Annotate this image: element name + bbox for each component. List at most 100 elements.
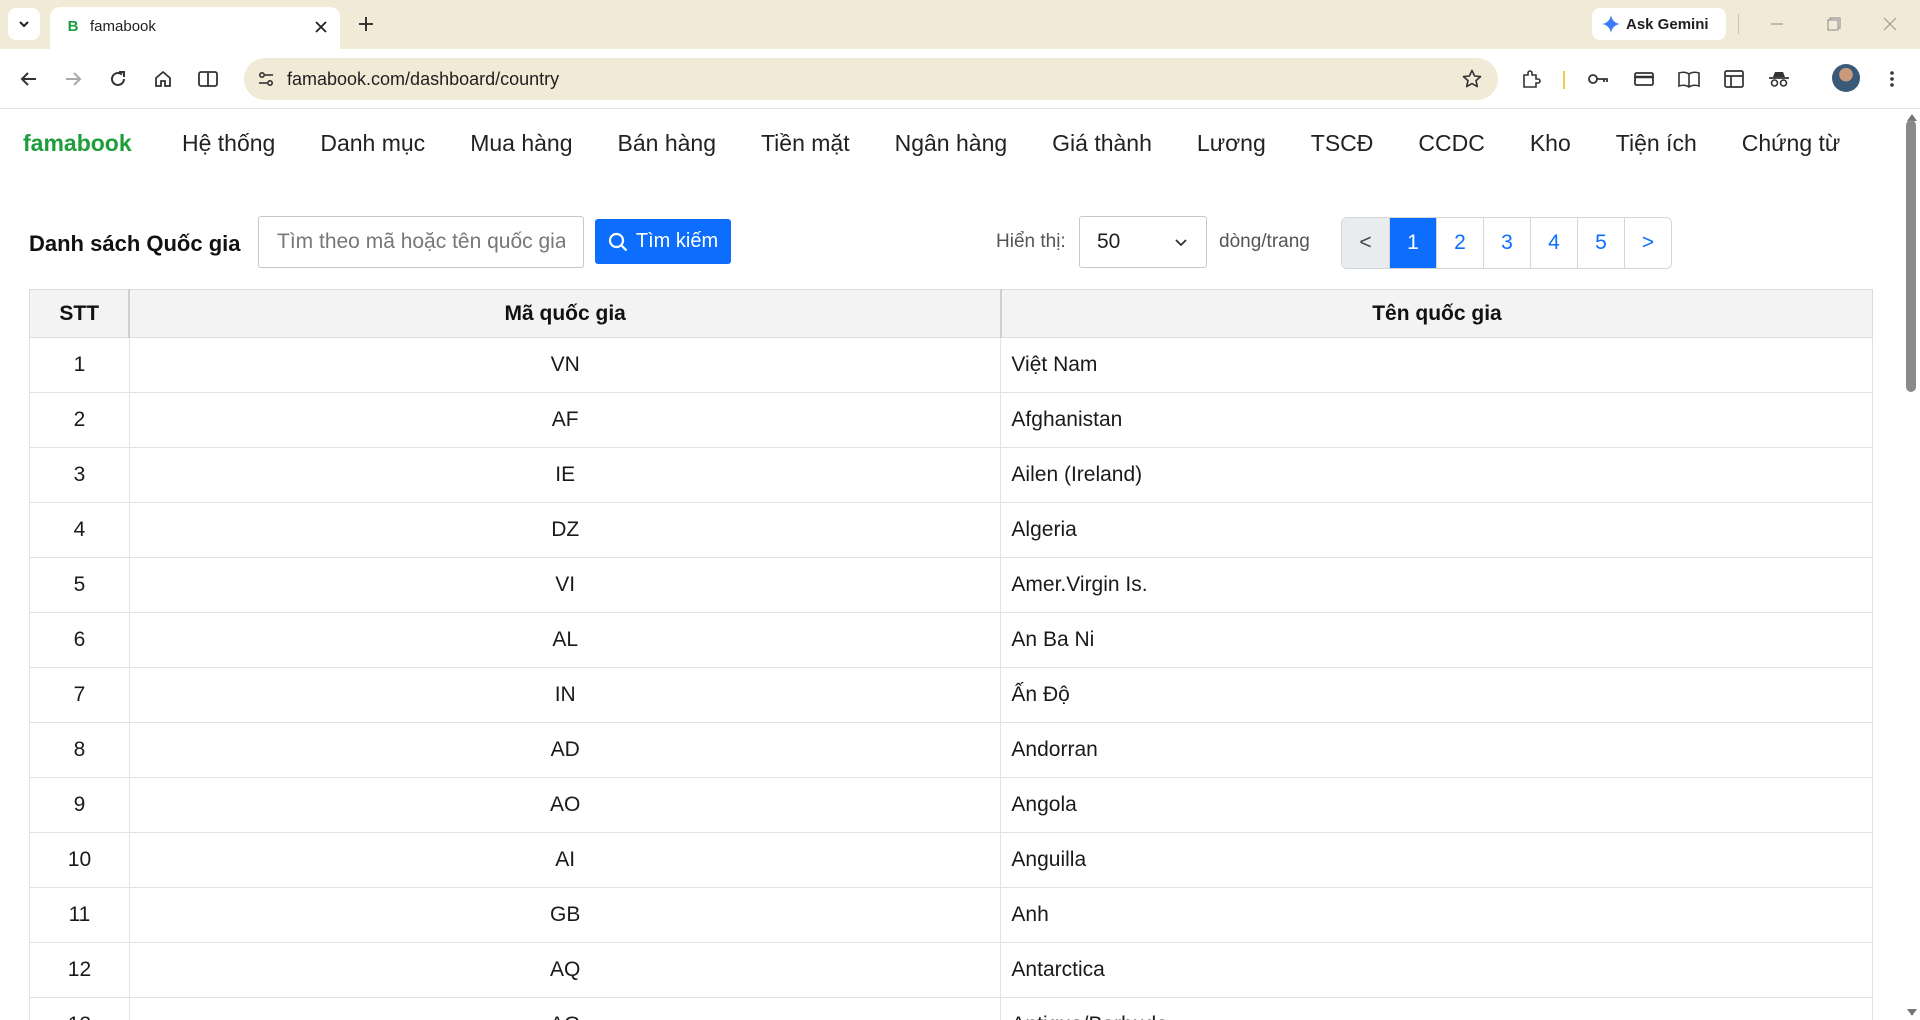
tab-title: famabook [90,18,156,35]
table-extension-button[interactable] [1718,63,1750,95]
page-scrollbar[interactable] [1902,110,1920,1020]
cell-stt: 11 [29,887,130,943]
cell-country-code: AF [128,392,1002,448]
cell-country-code: AI [128,832,1002,888]
new-tab-button[interactable] [352,10,380,38]
rows-per-page-label: dòng/trang [1219,231,1310,252]
star-icon [1462,69,1482,88]
reload-button[interactable] [102,63,134,95]
menu-item[interactable]: Chứng từ [1742,130,1841,157]
cell-stt: 6 [29,612,130,668]
favicon-icon: B [67,18,79,35]
menu-item[interactable]: Danh mục [320,130,425,157]
plus-icon [359,17,373,31]
search-button[interactable]: Tìm kiếm [595,219,731,264]
pagination-next-button[interactable]: > [1624,218,1671,268]
cell-country-code: AQ [128,942,1002,998]
pagination-page-button[interactable]: 4 [1530,218,1577,268]
menu-item[interactable]: Tiện ích [1616,130,1697,157]
country-table: STT Mã quốc gia Tên quốc gia 1 VN Việt Nam… [29,289,1873,1020]
table-row[interactable]: 8 AD Andorran [29,722,1873,778]
home-button[interactable] [147,63,179,95]
table-row[interactable]: 12 AQ Antarctica [29,942,1873,998]
split-view-button[interactable] [192,63,224,95]
toolbar-divider [1563,71,1565,89]
pagination-page-button[interactable]: 3 [1483,218,1530,268]
address-bar[interactable]: famabook.com/dashboard/country [244,58,1498,100]
cell-stt: 12 [29,942,130,998]
incognito-extension-button[interactable] [1763,63,1795,95]
table-row[interactable]: 3 IE Ailen (Ireland) [29,447,1873,503]
browser-menu-button[interactable] [1876,63,1908,95]
table-row[interactable]: 9 AO Angola [29,777,1873,833]
close-icon [315,21,327,33]
table-row[interactable]: 13AGAntigua/Barbuda [29,997,1873,1020]
minimize-button[interactable] [1757,8,1797,40]
tabstrip-divider [1738,14,1739,34]
table-row[interactable]: 6 AL An Ba Ni [29,612,1873,668]
cell-stt: 3 [29,447,130,503]
menu-item[interactable]: Giá thành [1052,130,1152,157]
close-window-button[interactable] [1870,8,1910,40]
menu-item[interactable]: Kho [1530,130,1571,157]
menu-item[interactable]: Ngân hàng [895,130,1008,157]
profile-avatar[interactable] [1832,64,1860,92]
table-row[interactable]: 10 AI Anguilla [29,832,1873,888]
url-text: famabook.com/dashboard/country [287,69,560,89]
cell-stt: 9 [29,777,130,833]
cell-country-code: VI [128,557,1002,613]
menu-item[interactable]: Bán hàng [618,130,716,157]
search-input[interactable] [258,216,584,268]
cell-country-code: IN [128,667,1002,723]
pagination-page-button[interactable]: 5 [1577,218,1624,268]
close-tab-button[interactable] [310,16,332,38]
table-row[interactable]: 5 VI Amer.Virgin Is. [29,557,1873,613]
restore-button[interactable] [1814,8,1854,40]
password-manager-button[interactable] [1582,63,1614,95]
reload-icon [111,71,125,86]
ask-gemini-label: Ask Gemini [1626,15,1709,33]
menu-item[interactable]: Mua hàng [470,130,572,157]
scroll-thumb[interactable] [1906,120,1916,392]
key-icon [1588,74,1608,84]
arrow-left-icon [20,72,36,86]
cell-stt: 5 [29,557,130,613]
cell-stt: 4 [29,502,130,558]
table-row[interactable]: 4 DZ Algeria [29,502,1873,558]
menu-item[interactable]: TSCĐ [1311,130,1374,157]
forward-button[interactable] [57,63,89,95]
back-button[interactable] [13,63,45,95]
table-row[interactable]: 1 VN Việt Nam [29,337,1873,393]
scroll-down-arrow-icon[interactable] [1907,1009,1917,1016]
active-tab[interactable]: B famabook [50,7,340,49]
main-menu: Hệ thống Danh mục Mua hàng Bán hàng Tiền mặt… [182,130,1885,157]
extensions-button[interactable] [1515,63,1547,95]
bookmark-button[interactable] [1456,63,1488,95]
tab-search-button[interactable] [8,8,40,40]
brand-logo[interactable]: famabook [23,130,132,157]
puzzle-icon [1523,70,1541,88]
ask-gemini-button[interactable]: Ask Gemini [1592,8,1726,40]
page-size-select[interactable]: 50 [1079,216,1207,268]
table-row[interactable]: 11 GB Anh [29,887,1873,943]
menu-item[interactable]: Tiền mặt [761,130,850,157]
reading-mode-button[interactable] [1673,63,1705,95]
payment-methods-button[interactable] [1628,63,1660,95]
menu-item[interactable]: Hệ thống [182,130,275,157]
cell-country-name: Antigua/Barbuda [1000,997,1873,1020]
menu-item[interactable]: Lương [1197,130,1266,157]
pagination-prev-button[interactable]: < [1342,218,1389,268]
cell-stt: 1 [29,337,130,393]
cell-country-name: Anguilla [1000,832,1873,888]
home-icon [155,70,171,87]
minimize-icon [1771,23,1783,25]
chevron-down-icon [1175,239,1187,247]
pagination-page-button[interactable]: 1 [1389,218,1436,268]
table-row[interactable]: 2 AF Afghanistan [29,392,1873,448]
menu-item[interactable]: CCDC [1418,130,1484,157]
site-info-button[interactable] [250,63,282,95]
cell-country-name: Ailen (Ireland) [1000,447,1873,503]
pagination: <1 2 3 4 5 > [1341,217,1672,269]
table-row[interactable]: 7 IN Ấn Độ [29,667,1873,723]
pagination-page-button[interactable]: 2 [1436,218,1483,268]
